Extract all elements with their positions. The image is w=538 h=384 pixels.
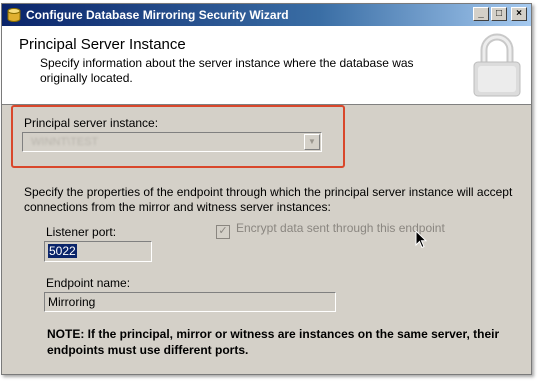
minimize-button[interactable]: _	[473, 7, 489, 21]
principal-instance-label: Principal server instance:	[24, 116, 159, 130]
principal-instance-combobox[interactable]: WINNT\TEST ▼	[22, 132, 322, 152]
encrypt-checkbox-row[interactable]: ✓ Encrypt data sent through this endpoint	[216, 221, 445, 239]
endpoint-description: Specify the properties of the endpoint t…	[24, 185, 513, 214]
listener-port-field[interactable]: 5022	[44, 241, 152, 262]
page-title: Principal Server Instance	[19, 36, 186, 53]
maximize-button[interactable]: □	[491, 7, 507, 21]
title-bar[interactable]: Configure Database Mirroring Security Wi…	[2, 4, 531, 26]
principal-instance-value: WINNT\TEST	[31, 136, 99, 148]
endpoint-name-value: Mirroring	[48, 295, 96, 309]
endpoint-name-label: Endpoint name:	[46, 276, 131, 290]
encrypt-label: Encrypt data sent through this endpoint	[236, 221, 445, 235]
note-text: NOTE: If the principal, mirror or witnes…	[47, 327, 500, 357]
listener-port-label: Listener port:	[46, 225, 117, 239]
encrypt-checkbox[interactable]: ✓	[216, 225, 230, 239]
page-subtitle: Specify information about the server ins…	[40, 56, 414, 85]
listener-port-value: 5022	[48, 244, 77, 258]
mouse-cursor-icon	[415, 230, 427, 249]
close-button[interactable]: ×	[511, 7, 527, 21]
wizard-header: Principal Server Instance Specify inform…	[2, 26, 531, 105]
wizard-window: Configure Database Mirroring Security Wi…	[1, 3, 532, 375]
window-title: Configure Database Mirroring Security Wi…	[26, 8, 289, 22]
chevron-down-icon[interactable]: ▼	[304, 134, 320, 150]
database-icon	[7, 8, 21, 22]
endpoint-name-field[interactable]: Mirroring	[44, 292, 336, 312]
lock-icon	[473, 33, 521, 97]
